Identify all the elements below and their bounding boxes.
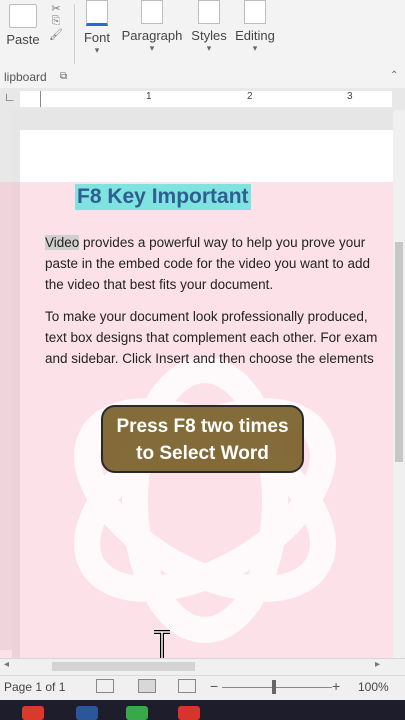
format-painter-icon[interactable]: ✂ ⎘ 🖌 [45,2,67,41]
scrollbar-thumb[interactable] [395,242,403,462]
zoom-level[interactable]: 100% [358,680,389,694]
chrome-icon[interactable] [22,706,44,720]
paragraph-button[interactable]: Paragraph ▾ [120,0,184,53]
scroll-right-icon[interactable]: ▸ [375,659,380,670]
paste-button[interactable]: Paste [4,0,42,47]
page-count[interactable]: Page 1 of 1 [4,680,65,694]
paragraph-1-line-1[interactable]: Video provides a powerful way to help yo… [45,232,395,253]
app-icon[interactable] [178,706,200,720]
read-mode-icon[interactable] [96,679,114,693]
zoom-slider-thumb[interactable] [272,680,276,694]
status-bar: Page 1 of 1 − + 100% [0,675,405,701]
paragraph-1-line-2[interactable]: paste in the embed code for the video yo… [45,253,395,274]
caption-line-2: to Select Word [136,443,269,464]
caption-line-1: Press F8 two times [116,416,289,437]
styles-label: Styles [191,28,227,43]
paragraph-2-line-3[interactable]: and sidebar. Click Insert and then choos… [45,348,395,369]
line-text: provides a powerful way to help you prov… [79,235,366,250]
paragraph-2-line-2[interactable]: text box designs that complement each ot… [45,327,395,348]
scroll-left-icon[interactable]: ◂ [4,659,9,670]
caption-overlay: Press F8 two times to Select Word [101,405,304,473]
print-layout-icon[interactable] [138,679,156,693]
zoom-in-icon[interactable]: + [332,678,340,694]
styles-icon [198,0,220,24]
document-heading[interactable]: F8 Key Important [75,184,251,210]
indent-marker[interactable] [40,91,49,107]
search-icon [244,0,266,24]
font-label: Font [83,30,110,45]
chevron-down-icon: ▾ [94,45,100,55]
font-button[interactable]: Font ▾ [80,0,114,55]
horizontal-ruler-row: ∟ 1 2 3 [0,88,405,111]
collapse-ribbon-icon[interactable]: ⌃ [390,70,398,81]
zoom-slider[interactable] [222,687,332,688]
selected-word[interactable]: Video [45,235,80,250]
taskbar [0,700,405,720]
chevron-down-icon: ▾ [206,43,212,53]
dialog-launcher-icon[interactable]: ⧉ [60,71,67,82]
editing-label: Editing [235,28,275,43]
vertical-scrollbar[interactable] [393,110,405,658]
tab-selector-icon[interactable]: ∟ [4,90,16,104]
paste-icon [9,4,37,28]
clipboard-group-label: lipboard [4,70,47,84]
divider [74,4,75,64]
app-icon[interactable] [126,706,148,720]
watermark-logo-icon [74,357,336,643]
word-icon[interactable] [76,706,98,720]
paste-label: Paste [6,32,40,47]
ribbon: Paste ✂ ⎘ 🖌 Font ▾ Paragraph ▾ Styles ▾ Ed… [0,0,405,89]
horizontal-scrollbar[interactable]: ◂ ▸ [0,658,405,675]
zoom-out-icon[interactable]: − [210,678,218,694]
ruler-mark: 1 [146,91,152,102]
editing-button[interactable]: Editing ▾ [234,0,276,53]
chevron-down-icon: ▾ [149,43,155,53]
paragraph-2-line-1[interactable]: To make your document look professionall… [45,306,395,327]
paragraph-icon [141,0,163,24]
scrollbar-thumb[interactable] [52,662,195,671]
paragraph-1-line-3[interactable]: the video that best fits your document. [45,274,395,295]
paragraph-label: Paragraph [121,28,183,43]
chevron-down-icon: ▾ [252,43,258,53]
horizontal-ruler[interactable]: 1 2 3 [20,91,392,107]
styles-button[interactable]: Styles ▾ [190,0,228,53]
web-layout-icon[interactable] [178,679,196,693]
font-icon [86,0,108,26]
ruler-mark: 3 [347,91,353,102]
ruler-mark: 2 [247,91,253,102]
